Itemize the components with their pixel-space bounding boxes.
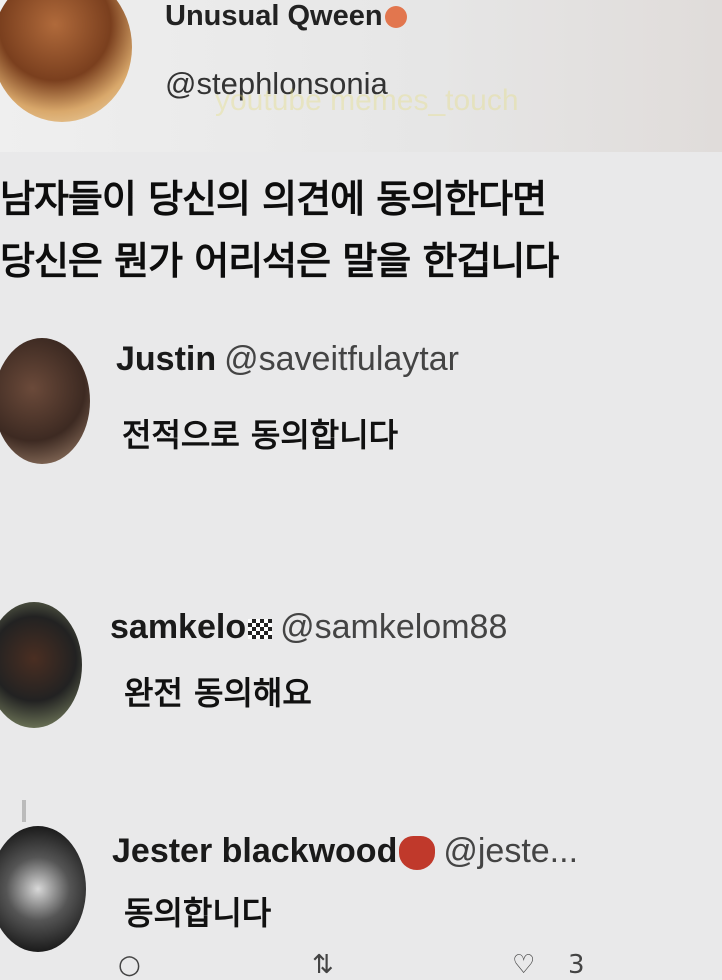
reply-text: 전적으로 동의합니다 bbox=[122, 416, 399, 454]
reply-header: Jester blackwood @jeste... bbox=[112, 832, 578, 871]
reply-author-name[interactable]: Jester blackwood bbox=[112, 832, 397, 870]
reply-author-name[interactable]: samkelo bbox=[110, 608, 246, 646]
reply-author-handle[interactable]: @saveitfulaytar bbox=[224, 340, 459, 378]
reply-author-handle[interactable]: @jeste... bbox=[443, 832, 578, 870]
reply-author-name[interactable]: Justin bbox=[116, 340, 216, 378]
peach-emoji-icon bbox=[384, 6, 407, 29]
reply-header: Justin @saveitfulaytar bbox=[116, 340, 459, 379]
like-count: 3 bbox=[568, 950, 585, 980]
checkered-flag-icon bbox=[248, 619, 273, 640]
retweet-icon[interactable]: ⇅ bbox=[312, 950, 334, 980]
post-text-line-2: 당신은 뭔가 어리석은 말을 한겁니다 bbox=[0, 239, 559, 283]
reply-author-handle[interactable]: @samkelom88 bbox=[280, 608, 507, 646]
action-bar: ○ ⇅ ♡ 3 bbox=[0, 950, 722, 980]
reply-avatar[interactable] bbox=[0, 338, 90, 464]
reply-avatar[interactable] bbox=[0, 602, 82, 728]
comment-icon[interactable]: ○ bbox=[118, 950, 141, 980]
poster-name-row[interactable]: Unusual Qween bbox=[165, 0, 407, 33]
reply-header: samkelo @samkelom88 bbox=[110, 608, 507, 647]
reply-text: 완전 동의해요 bbox=[124, 674, 312, 712]
poster-name[interactable]: Unusual Qween bbox=[165, 0, 383, 32]
heart-icon[interactable]: ♡ bbox=[512, 950, 535, 980]
reply-text: 동의합니다 bbox=[124, 894, 272, 932]
ogre-emoji-icon bbox=[399, 836, 436, 871]
post-text: 남자들이 당신의 의견에 동의한다면 당신은 뭔가 어리석은 말을 한겁니다 bbox=[0, 168, 722, 292]
reply-avatar[interactable] bbox=[0, 826, 86, 952]
thread-line bbox=[22, 800, 26, 822]
watermark: youtube memes_touch bbox=[215, 84, 519, 117]
post-text-line-1: 남자들이 당신의 의견에 동의한다면 bbox=[0, 177, 547, 221]
